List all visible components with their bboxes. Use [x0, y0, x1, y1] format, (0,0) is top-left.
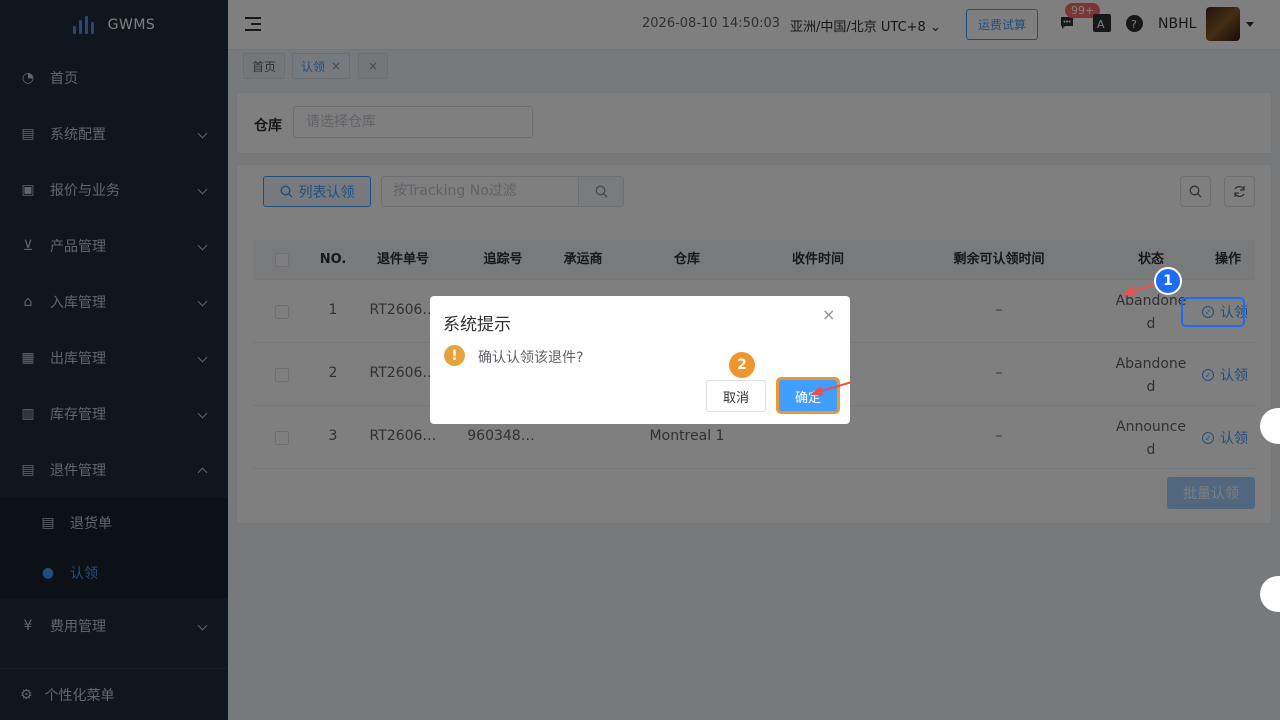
step-marker-2: 2: [729, 352, 755, 378]
step-marker-1: 1: [1154, 267, 1182, 295]
annotation-arrows: [810, 283, 1157, 396]
